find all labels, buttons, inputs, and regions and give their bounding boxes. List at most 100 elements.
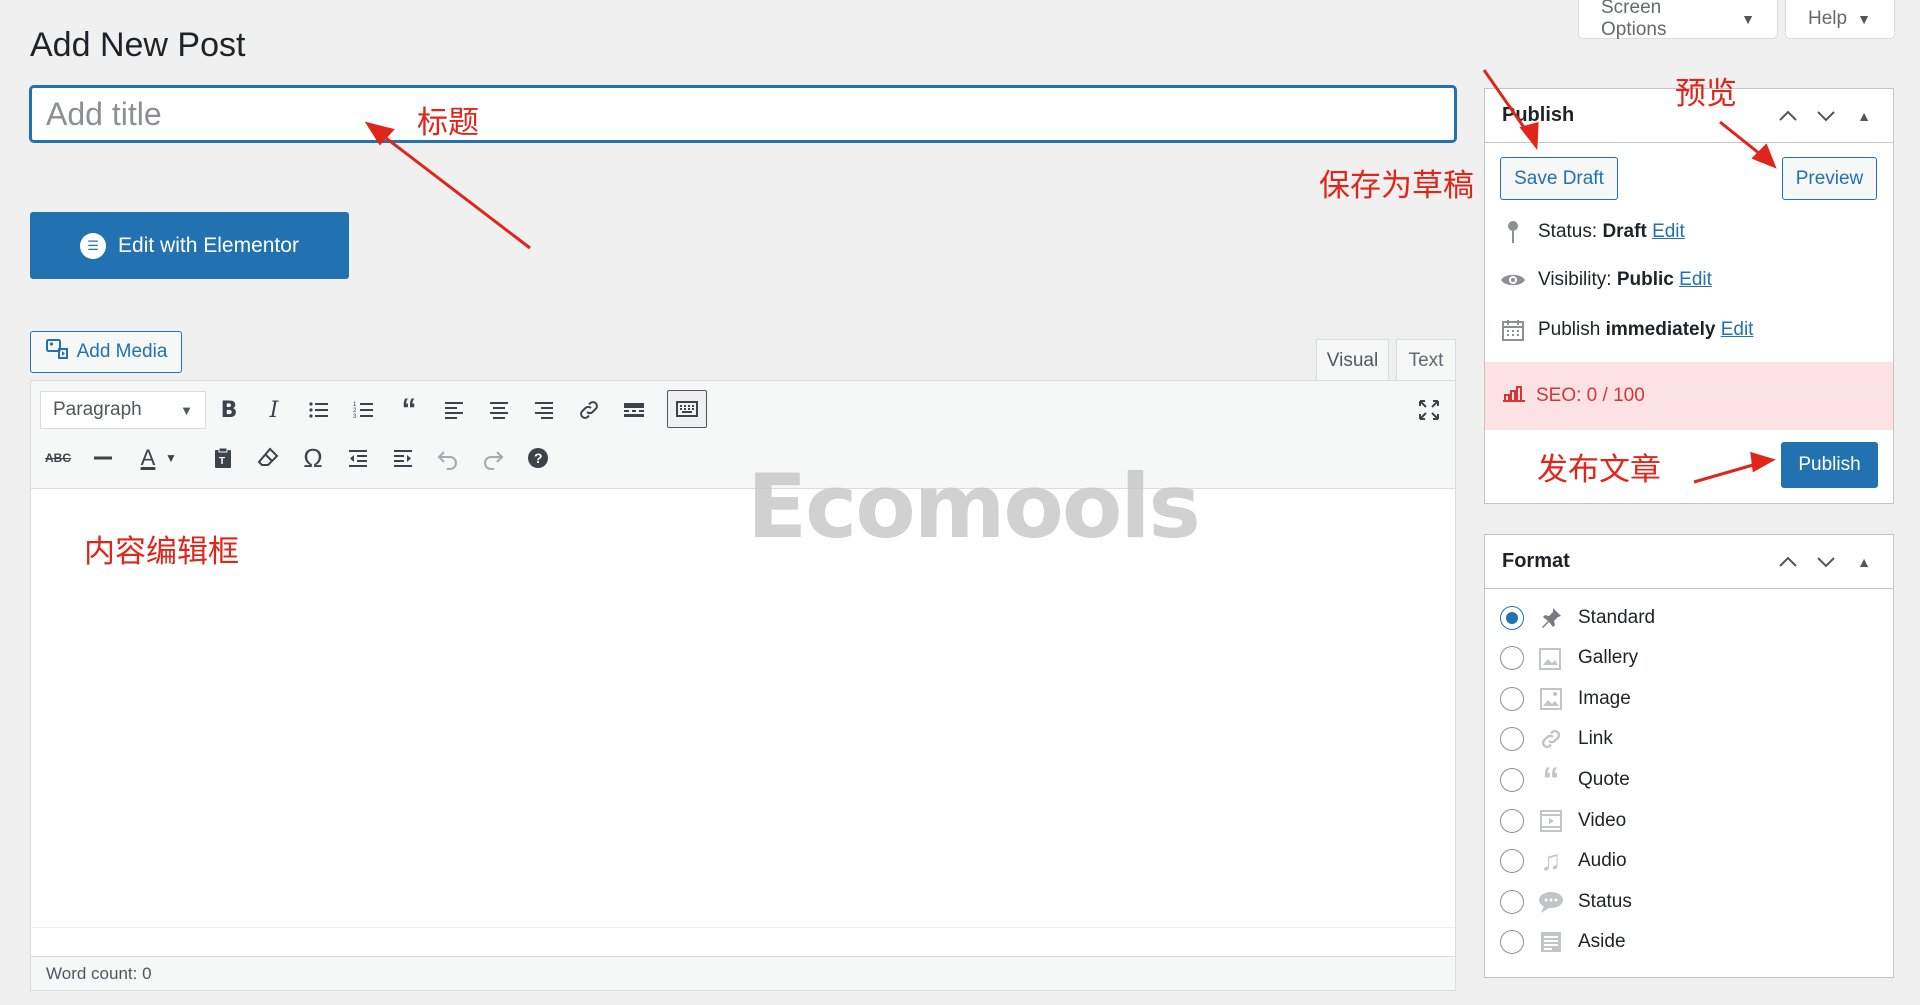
align-left-icon[interactable]	[436, 392, 472, 428]
chevron-up-icon[interactable]	[1776, 109, 1800, 123]
chevron-up-icon[interactable]	[1776, 555, 1800, 569]
radio-audio[interactable]	[1500, 849, 1524, 873]
format-option-standard[interactable]: Standard	[1500, 605, 1655, 631]
format-box-header: Format ▲	[1485, 535, 1893, 589]
format-box: Format ▲ Standard Gallery Image Link “ Q…	[1484, 534, 1894, 978]
italic-icon[interactable]: I	[256, 392, 292, 428]
preview-button[interactable]: Preview	[1782, 157, 1877, 200]
help-icon[interactable]: ?	[520, 440, 556, 476]
bullet-list-icon[interactable]	[301, 392, 337, 428]
numbered-list-icon[interactable]: 123	[346, 392, 382, 428]
word-count: Word count: 0	[46, 963, 152, 983]
undo-icon[interactable]	[430, 440, 466, 476]
horizontal-line-icon[interactable]	[85, 440, 121, 476]
radio-status[interactable]	[1500, 890, 1524, 914]
post-title-input[interactable]	[30, 86, 1456, 142]
radio-image[interactable]	[1500, 687, 1524, 711]
publish-button[interactable]: Publish	[1781, 442, 1878, 488]
chevron-down-icon[interactable]	[1814, 555, 1838, 569]
eye-icon	[1500, 271, 1526, 289]
svg-text:3: 3	[353, 414, 357, 420]
chevron-down-icon[interactable]	[1814, 109, 1838, 123]
radio-link[interactable]	[1500, 727, 1524, 751]
link-icon[interactable]	[571, 392, 607, 428]
calendar-icon	[1500, 318, 1526, 342]
read-more-icon[interactable]	[616, 392, 652, 428]
preview-label: Preview	[1795, 167, 1864, 189]
publish-time-edit-link[interactable]: Edit	[1721, 319, 1754, 340]
radio-gallery[interactable]	[1500, 646, 1524, 670]
screen-options-label: Screen Options	[1601, 0, 1667, 40]
align-center-icon[interactable]	[481, 392, 517, 428]
format-option-link[interactable]: Link	[1500, 726, 1613, 752]
status-label: Status:	[1538, 221, 1598, 242]
radio-aside[interactable]	[1500, 930, 1524, 954]
text-color-caret-icon[interactable]: ▼	[161, 440, 181, 476]
save-draft-button[interactable]: Save Draft	[1500, 157, 1618, 200]
content-editing-area[interactable]	[31, 489, 1455, 928]
clear-formatting-icon[interactable]	[250, 440, 286, 476]
publish-time-label: Publish	[1538, 319, 1601, 340]
format-box-title: Format	[1502, 550, 1570, 572]
collapse-toggle-icon[interactable]: ▲	[1852, 554, 1876, 570]
format-label: Standard	[1578, 607, 1656, 628]
strikethrough-icon[interactable]: ABC	[40, 440, 76, 476]
annotation-publish: 发布文章	[1537, 452, 1661, 488]
format-option-gallery[interactable]: Gallery	[1500, 645, 1638, 671]
align-right-icon[interactable]	[526, 392, 562, 428]
special-character-icon[interactable]: Ω	[295, 440, 331, 476]
seo-icon	[1502, 383, 1526, 409]
annotation-content: 内容编辑框	[84, 534, 239, 570]
audio-icon: ♫	[1540, 845, 1562, 876]
format-label: Quote	[1578, 769, 1630, 790]
annotation-save-draft: 保存为草稿	[1319, 168, 1474, 204]
redo-icon[interactable]	[475, 440, 511, 476]
quote-icon: “	[1542, 760, 1560, 799]
format-option-quote[interactable]: “ Quote	[1500, 760, 1630, 799]
radio-standard[interactable]	[1500, 606, 1524, 630]
paste-text-icon[interactable]: T	[205, 440, 241, 476]
editor-toolbar: Paragraph ▼ B I 123 “ ABC A ▼ T Ω ?	[31, 381, 1455, 489]
add-media-label: Add Media	[76, 341, 168, 362]
collapse-toggle-icon[interactable]: ▲	[1852, 108, 1876, 124]
tab-text-label: Text	[1408, 349, 1444, 371]
format-option-image[interactable]: Image	[1500, 686, 1631, 712]
bold-icon[interactable]: B	[211, 392, 247, 428]
publish-box: Publish ▲ Save Draft Preview Status: Dra…	[1484, 88, 1894, 504]
pin-icon	[1500, 219, 1526, 245]
indent-icon[interactable]	[385, 440, 421, 476]
format-select-value: Paragraph	[53, 399, 142, 420]
tab-text[interactable]: Text	[1396, 339, 1456, 381]
fullscreen-icon[interactable]	[1411, 392, 1447, 428]
tab-visual[interactable]: Visual	[1316, 339, 1389, 382]
gallery-icon	[1538, 645, 1564, 671]
edit-with-elementor-button[interactable]: ☰ Edit with Elementor	[30, 212, 349, 279]
format-option-status[interactable]: Status	[1500, 889, 1632, 915]
visibility-edit-link[interactable]: Edit	[1679, 269, 1712, 290]
blockquote-icon[interactable]: “	[391, 392, 427, 428]
format-option-audio[interactable]: ♫ Audio	[1500, 845, 1627, 876]
video-icon	[1538, 808, 1564, 834]
format-label: Gallery	[1578, 647, 1639, 668]
radio-quote[interactable]	[1500, 768, 1524, 792]
publish-box-title: Publish	[1502, 104, 1575, 126]
help-tab[interactable]: Help ▼	[1785, 0, 1895, 39]
format-select[interactable]: Paragraph ▼	[40, 391, 206, 429]
format-option-video[interactable]: Video	[1500, 808, 1626, 834]
seo-score-row: SEO: 0 / 100	[1485, 362, 1893, 430]
outdent-icon[interactable]	[340, 440, 376, 476]
format-label: Image	[1578, 688, 1631, 709]
visibility-value: Public	[1616, 269, 1674, 290]
status-edit-link[interactable]: Edit	[1652, 221, 1685, 242]
format-option-aside[interactable]: Aside	[1500, 929, 1626, 955]
toolbar-toggle-icon[interactable]	[667, 390, 707, 428]
editor-resize-strip	[31, 927, 1455, 956]
pin-icon	[1538, 605, 1564, 631]
help-label: Help	[1808, 8, 1848, 29]
screen-options-tab[interactable]: Screen Options ▼	[1578, 0, 1778, 40]
radio-video[interactable]	[1500, 809, 1524, 833]
content-editor: Paragraph ▼ B I 123 “ ABC A ▼ T Ω ? Word…	[30, 380, 1456, 991]
format-label: Audio	[1578, 850, 1627, 871]
annotation-preview: 预览	[1675, 76, 1737, 112]
add-media-button[interactable]: Add Media	[30, 331, 182, 373]
